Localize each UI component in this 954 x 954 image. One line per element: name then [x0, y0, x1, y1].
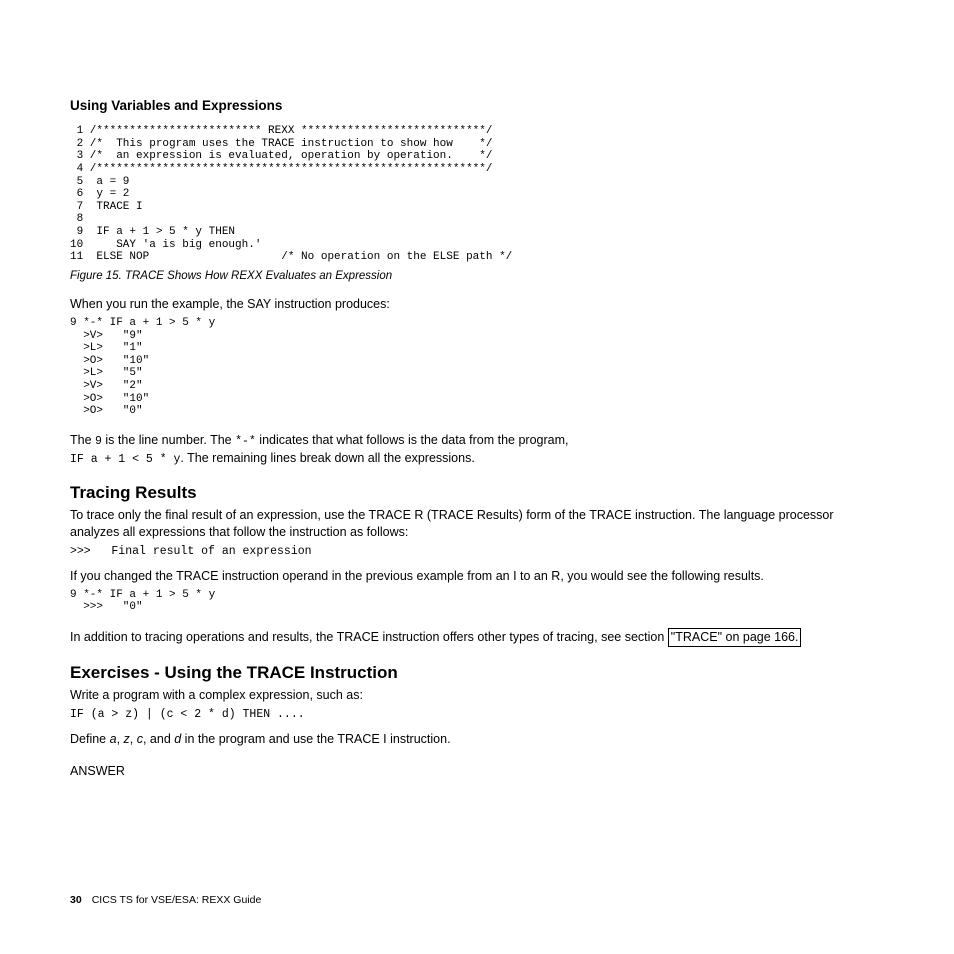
paragraph: The 9 is the line number. The *-* indica… — [70, 432, 860, 467]
footer-text: CICS TS for VSE/ESA: REXX Guide — [92, 894, 262, 906]
text: in the program and use the TRACE I instr… — [181, 732, 450, 746]
code-output-2: >>> Final result of an expression — [70, 545, 860, 558]
text: In addition to tracing operations and re… — [70, 630, 668, 644]
section-title: Using Variables and Expressions — [70, 98, 860, 113]
page-content: Using Variables and Expressions 1 /*****… — [0, 0, 954, 778]
page-footer: 30 CICS TS for VSE/ESA: REXX Guide — [70, 894, 261, 906]
page-number: 30 — [70, 894, 82, 906]
code-output-3: 9 *-* IF a + 1 > 5 * y >>> "0" — [70, 589, 860, 614]
link-trace-page-166[interactable]: "TRACE" on page 166. — [668, 628, 802, 647]
mono-text: *-* — [235, 435, 256, 448]
paragraph: If you changed the TRACE instruction ope… — [70, 568, 860, 585]
text: , — [130, 732, 137, 746]
text: indicates that what follows is the data … — [256, 433, 569, 447]
mono-text: IF a + 1 < 5 * y — [70, 453, 180, 466]
paragraph: Define a, z, c, and d in the program and… — [70, 731, 860, 749]
code-exercise: IF (a > z) | (c < 2 * d) THEN .... — [70, 708, 860, 721]
text: . The remaining lines break down all the… — [180, 451, 474, 465]
heading-tracing-results: Tracing Results — [70, 483, 860, 503]
mono-text: 9 — [95, 435, 102, 448]
figure-caption: Figure 15. TRACE Shows How REXX Evaluate… — [70, 270, 860, 282]
code-listing-1: 1 /************************* REXX ******… — [70, 125, 860, 264]
paragraph: In addition to tracing operations and re… — [70, 628, 860, 647]
paragraph: When you run the example, the SAY instru… — [70, 296, 860, 313]
text: is the line number. The — [102, 433, 235, 447]
text: , — [117, 732, 124, 746]
text: Define — [70, 732, 110, 746]
paragraph: Write a program with a complex expressio… — [70, 687, 860, 704]
answer-label: ANSWER — [70, 764, 860, 778]
italic-var: a — [110, 732, 117, 746]
text: The — [70, 433, 95, 447]
text: , and — [143, 732, 174, 746]
code-output-1: 9 *-* IF a + 1 > 5 * y >V> "9" >L> "1" >… — [70, 317, 860, 418]
heading-exercises: Exercises - Using the TRACE Instruction — [70, 663, 860, 683]
paragraph: To trace only the final result of an exp… — [70, 507, 860, 541]
